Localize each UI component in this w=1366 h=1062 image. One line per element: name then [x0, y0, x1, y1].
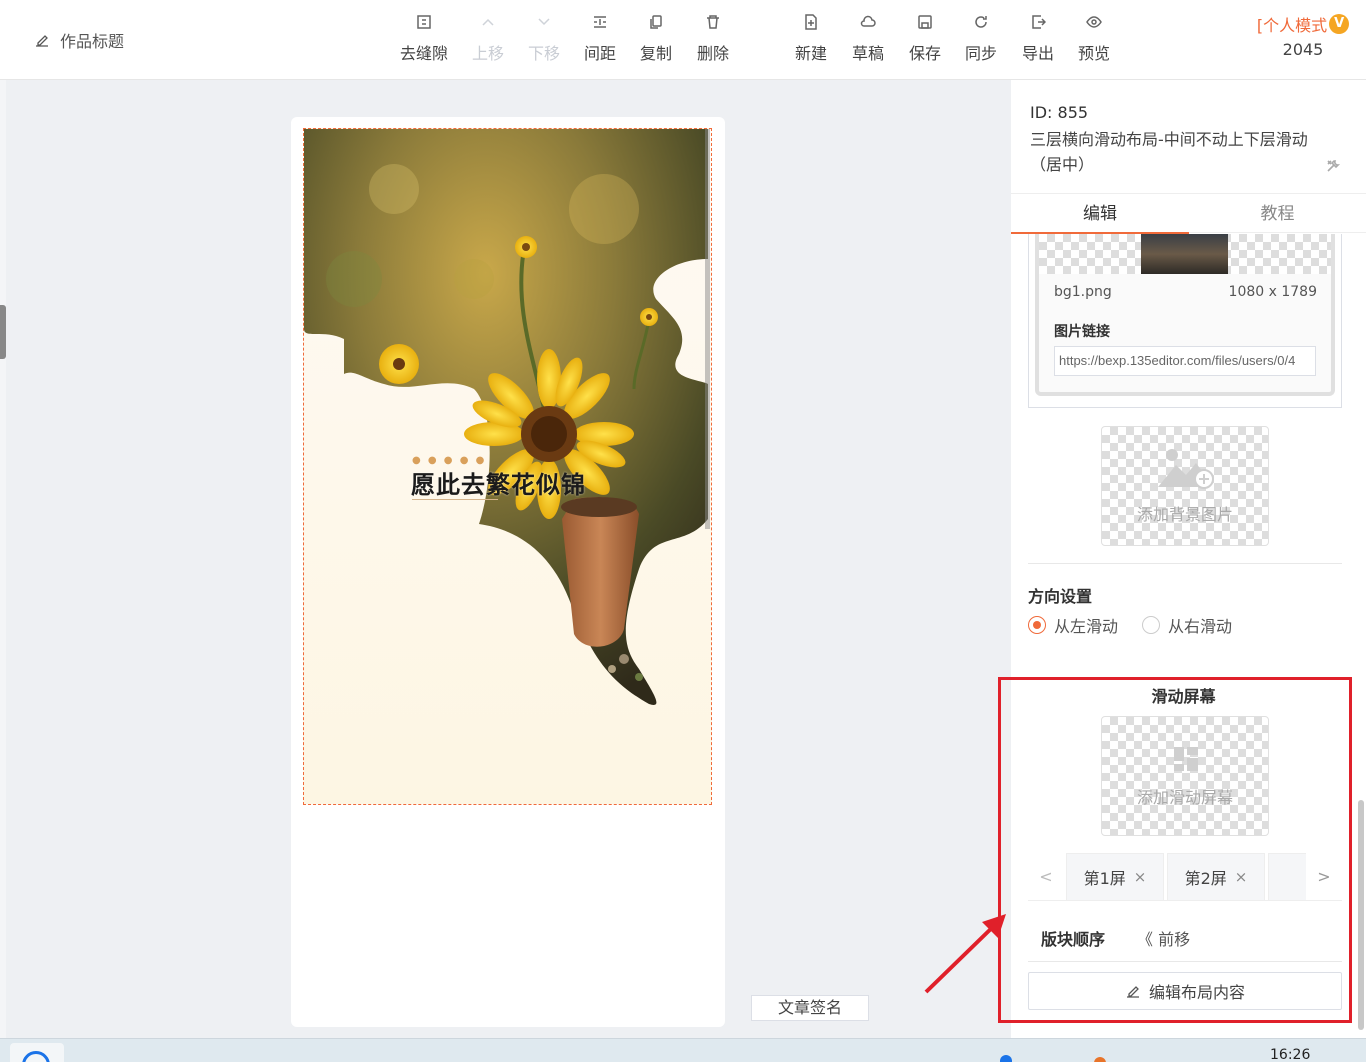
- top-toolbar: 作品标题 去缝隙 上移 下移 间距 复制 删除 新建 草稿 保存 同步 导出 预…: [0, 0, 1366, 80]
- background-image-card: bg1.png 1080 x 1789 图片链接 https://bexp.13…: [1028, 234, 1342, 408]
- tab-tutorial[interactable]: 教程: [1189, 194, 1366, 234]
- radio-dot: [1142, 616, 1160, 634]
- panel-tabs: 编辑 教程: [1011, 193, 1366, 234]
- radio-dot: [1028, 616, 1046, 634]
- headline-underline: [412, 499, 498, 500]
- remove-gap-button[interactable]: 去缝隙: [396, 14, 452, 64]
- copy-icon: [628, 14, 684, 36]
- personal-mode-switch[interactable]: [个人模式 V 2045: [1248, 12, 1358, 59]
- eye-icon: [1066, 14, 1122, 36]
- tab-edit[interactable]: 编辑: [1011, 194, 1189, 234]
- new-file-icon: [783, 14, 839, 36]
- mode-number: 2045: [1282, 40, 1324, 59]
- image-file-size: 1080 x 1789: [1228, 284, 1317, 300]
- add-background-label: 添加背景图片: [1136, 505, 1233, 524]
- delete-button[interactable]: 删除: [685, 14, 741, 64]
- sync-button[interactable]: 同步: [953, 14, 1009, 64]
- template-name: 三层横向滑动布局-中间不动上下层滑动（居中）: [1030, 130, 1308, 174]
- tools-icon[interactable]: [1325, 158, 1341, 174]
- taskbar-clock: 16:26: [1270, 1047, 1311, 1062]
- title-placeholder: 作品标题: [60, 32, 125, 51]
- radio-slide-from-left[interactable]: 从左滑动: [1028, 613, 1118, 637]
- export-icon: [1010, 14, 1066, 36]
- left-panel-toggle-handle[interactable]: [0, 305, 6, 359]
- title-edit-button[interactable]: 作品标题: [34, 28, 124, 52]
- add-background-image-button[interactable]: 添加背景图片: [1101, 426, 1269, 546]
- os-taskbar: 16:26: [0, 1038, 1366, 1062]
- copy-button[interactable]: 复制: [628, 14, 684, 64]
- add-image-icon: [1158, 449, 1214, 489]
- selected-layout-block[interactable]: ● ● ● ● ● 愿此去繁花似锦: [303, 128, 712, 805]
- image-thumbnail-strip: [1039, 234, 1331, 274]
- template-id: ID: 855: [1030, 103, 1089, 122]
- tray-icon[interactable]: [1000, 1055, 1012, 1062]
- image-file-name: bg1.png: [1054, 284, 1112, 300]
- preview-button[interactable]: 预览: [1066, 14, 1122, 64]
- annotation-arrow-icon: [924, 914, 1006, 994]
- gap-icon: [396, 14, 452, 36]
- image-thumbnail[interactable]: [1141, 234, 1228, 274]
- save-button[interactable]: 保存: [897, 14, 953, 64]
- cloud-icon: [840, 14, 896, 36]
- trash-icon: [685, 14, 741, 36]
- chevron-down-icon: [516, 14, 572, 36]
- export-button[interactable]: 导出: [1010, 14, 1066, 64]
- save-icon: [897, 14, 953, 36]
- image-link-input[interactable]: https://bexp.135editor.com/files/users/0…: [1054, 346, 1316, 376]
- draft-button[interactable]: 草稿: [840, 14, 896, 64]
- vip-badge-icon: V: [1329, 14, 1350, 34]
- annotation-highlight-box: [998, 677, 1352, 1023]
- headline-text[interactable]: 愿此去繁花似锦: [411, 465, 586, 500]
- chevron-up-icon: [460, 14, 516, 36]
- direction-title: 方向设置: [1028, 587, 1093, 606]
- panel-scrollbar[interactable]: [1358, 800, 1364, 1030]
- left-strip: [0, 80, 6, 1038]
- new-button[interactable]: 新建: [783, 14, 839, 64]
- image-link-label: 图片链接: [1054, 324, 1110, 340]
- article-signature-button[interactable]: 文章签名: [751, 995, 869, 1021]
- start-button[interactable]: [10, 1043, 64, 1062]
- mode-label: [个人模式: [1256, 16, 1328, 35]
- divider: [1028, 563, 1342, 564]
- spacing-button[interactable]: 间距: [572, 14, 628, 64]
- radio-slide-from-right[interactable]: 从右滑动: [1142, 613, 1232, 637]
- pencil-icon: [36, 35, 48, 47]
- move-up-button[interactable]: 上移: [460, 14, 516, 64]
- sync-icon: [953, 14, 1009, 36]
- spacing-icon: [572, 14, 628, 36]
- move-down-button[interactable]: 下移: [516, 14, 572, 64]
- tray-icon[interactable]: [1094, 1057, 1106, 1062]
